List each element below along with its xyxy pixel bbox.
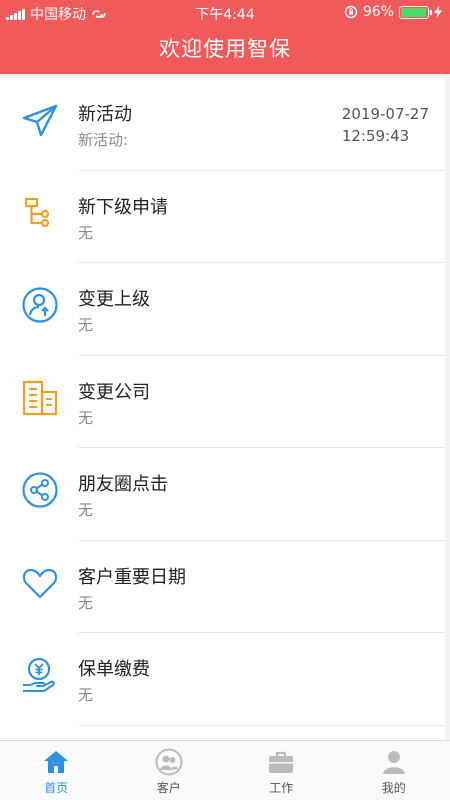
item-subtitle: 新活动: [78, 131, 129, 149]
list-item-change-company[interactable]: 变更公司 无 [0, 356, 445, 448]
item-title: 朋友圈点击 [78, 474, 168, 495]
payment-icon [20, 655, 60, 695]
list-item-moments-click[interactable]: 朋友圈点击 无 [0, 448, 445, 541]
heart-icon [20, 563, 60, 603]
battery-percent: 96% [362, 4, 394, 20]
item-subtitle: 无 [78, 686, 94, 704]
tab-mine[interactable]: 我的 [338, 741, 450, 800]
list-item-change-superior[interactable]: 变更上级 无 [0, 263, 445, 356]
list-item-client-dates[interactable]: 客户重要日期 无 [0, 541, 445, 633]
tab-bar: 首页 客户 工作 我的 [0, 740, 450, 800]
item-subtitle: 无 [78, 316, 94, 334]
home-icon [44, 751, 69, 773]
tab-customers[interactable]: 客户 [113, 741, 226, 800]
item-time: 12:59:43 [341, 127, 410, 145]
org-tree-icon [20, 193, 60, 233]
battery-icon [399, 5, 432, 19]
item-title: 变更公司 [78, 381, 150, 403]
item-title: 新下级申请 [78, 196, 168, 218]
paper-plane-icon [20, 100, 60, 140]
list-item-new-activity[interactable]: 新活动 新活动: 2019-07-27 12:59:43 [0, 78, 445, 171]
building-icon [20, 378, 60, 418]
share-icon [20, 470, 60, 510]
app-header: 欢迎使用智保 [0, 26, 450, 74]
notification-list: 新活动 新活动: 2019-07-27 12:59:43 新下级申请 无 变更上… [0, 78, 445, 740]
customers-icon [155, 748, 183, 776]
tab-work[interactable]: 工作 [225, 741, 338, 800]
page-title: 欢迎使用智保 [159, 37, 291, 61]
profile-icon [382, 751, 405, 774]
item-title: 新活动 [78, 104, 132, 125]
user-upgrade-icon [20, 285, 60, 325]
briefcase-icon [269, 751, 294, 773]
list-item-new-subordinate[interactable]: 新下级申请 无 [0, 171, 445, 263]
status-bar: 中国移动 下午4:44 96% [0, 0, 450, 26]
item-subtitle: 无 [78, 593, 94, 612]
item-title: 客户重要日期 [78, 566, 186, 588]
item-title: 变更上级 [78, 289, 150, 310]
tab-label: 工作 [269, 781, 294, 795]
tab-home[interactable]: 首页 [0, 741, 113, 800]
item-subtitle: 无 [78, 223, 94, 242]
list-item-policy-payment[interactable]: 保单缴费 无 [0, 633, 445, 726]
rotation-lock-icon [344, 5, 358, 19]
item-title: 保单缴费 [78, 659, 150, 680]
charging-icon [434, 6, 442, 18]
tab-label: 客户 [156, 781, 181, 795]
item-subtitle: 无 [78, 408, 94, 427]
tab-label: 我的 [381, 781, 406, 795]
divider [78, 724, 445, 726]
item-timestamp: 2019-07-27 12:59:43 [342, 103, 429, 147]
tab-label: 首页 [44, 781, 69, 795]
item-subtitle: 无 [78, 501, 94, 519]
item-date: 2019-07-27 [341, 105, 429, 123]
